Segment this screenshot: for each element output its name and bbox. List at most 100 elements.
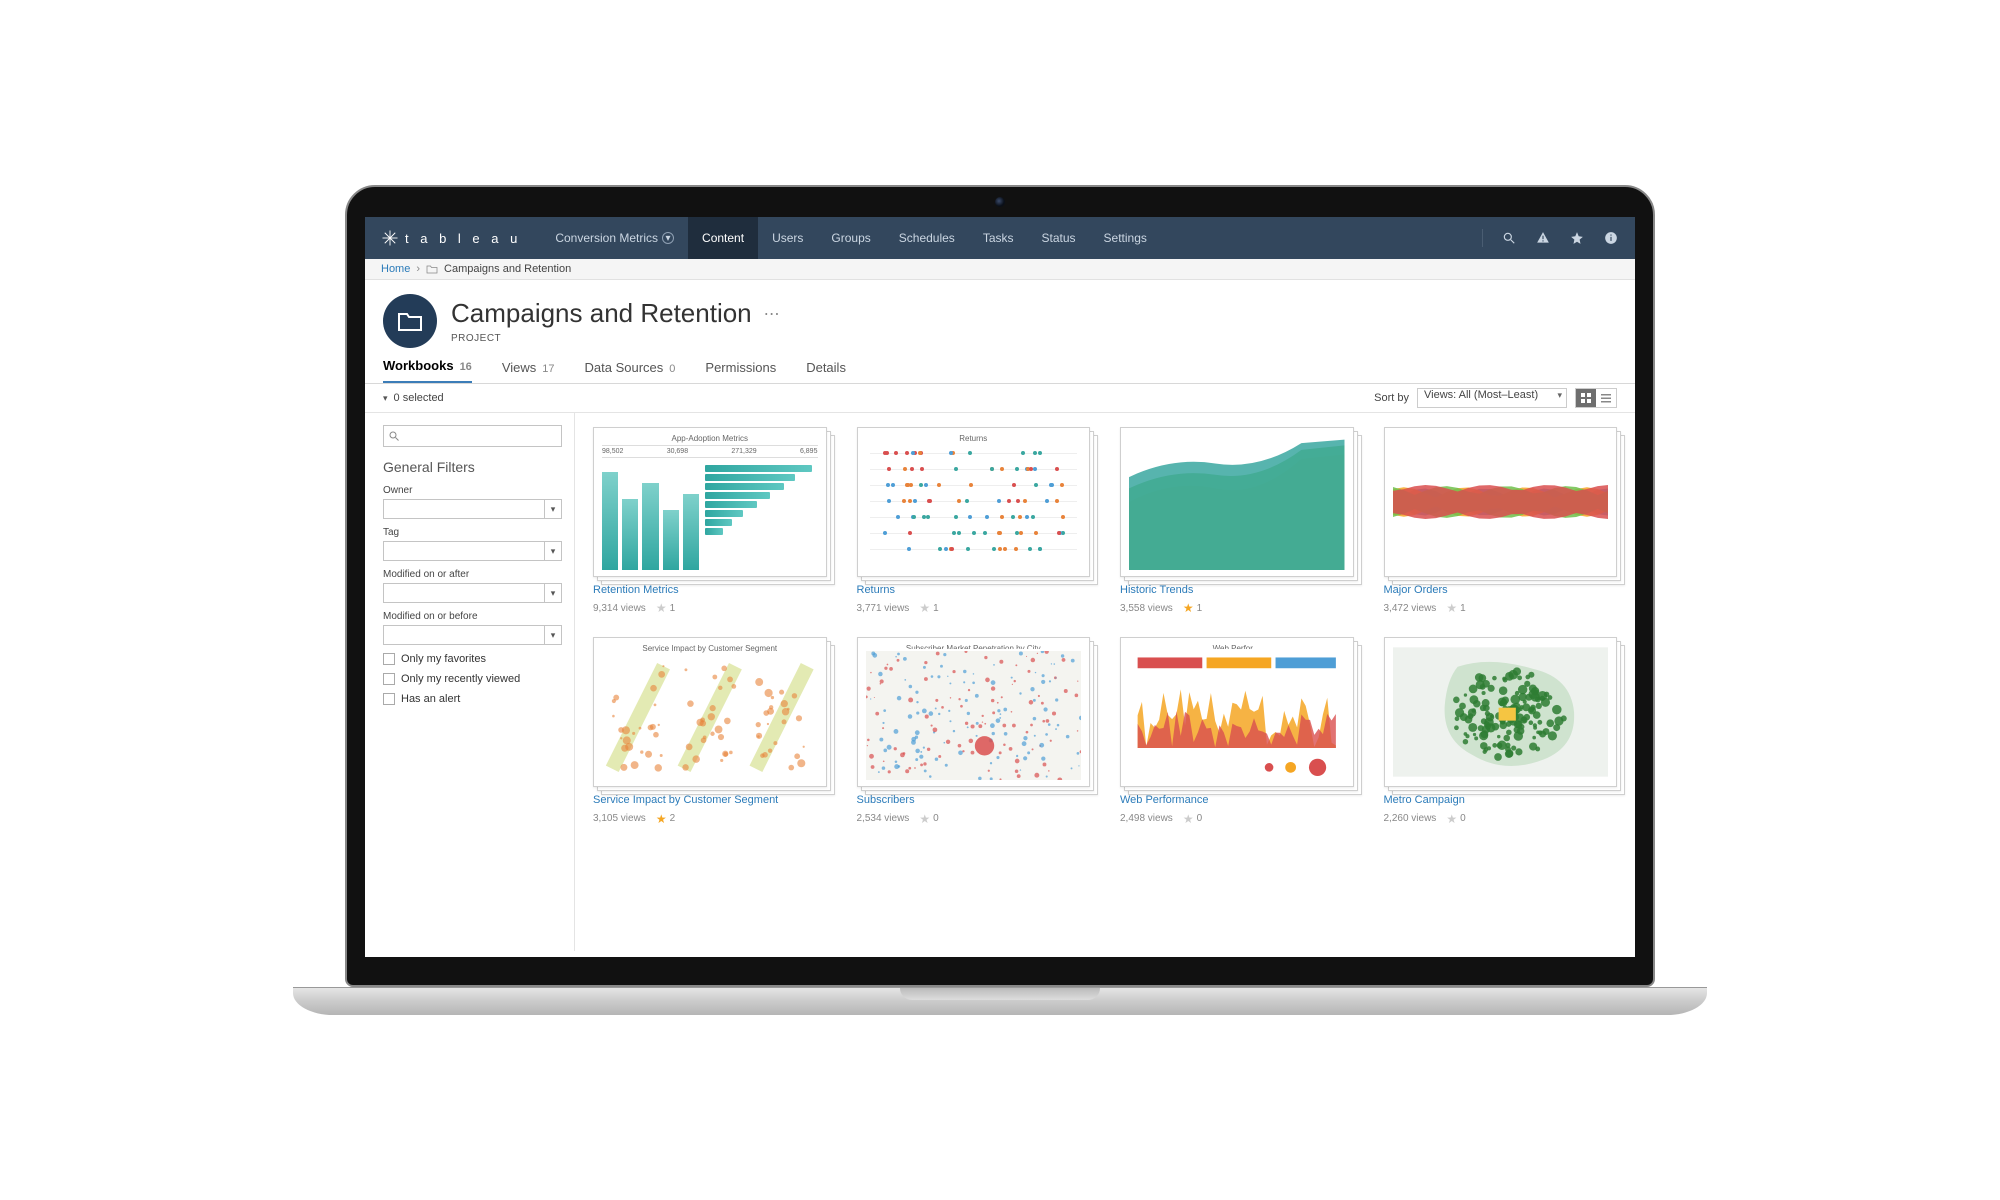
tableau-logo-icon — [381, 229, 399, 247]
view-toggle — [1575, 388, 1617, 408]
checkbox-icon[interactable] — [383, 673, 395, 685]
grid-view-button[interactable] — [1576, 389, 1596, 407]
nav-item-tasks[interactable]: Tasks — [969, 217, 1028, 259]
workbook-name-link[interactable]: Returns — [857, 583, 1091, 597]
search-icon — [388, 430, 400, 442]
modified-after-filter[interactable]: ▾ — [383, 583, 562, 603]
nav-item-users[interactable]: Users — [758, 217, 817, 259]
site-picker[interactable]: Conversion Metrics ▾ — [555, 231, 674, 245]
modified-before-input[interactable] — [383, 625, 544, 645]
star-icon[interactable]: ★ — [919, 601, 930, 615]
workbook-name-link[interactable]: Retention Metrics — [593, 583, 827, 597]
favorites-icon[interactable] — [1569, 230, 1585, 246]
selection-dropdown-icon[interactable]: ▾ — [383, 393, 388, 404]
workbook-thumbnail[interactable]: Subscriber Market Penetration by City — [857, 637, 1091, 787]
alert-icon[interactable] — [1535, 230, 1551, 246]
chevron-down-icon[interactable]: ▾ — [544, 625, 562, 645]
list-view-button[interactable] — [1596, 389, 1616, 407]
more-actions-button[interactable]: ⋯ — [764, 304, 780, 324]
webcam — [995, 197, 1005, 207]
workbook-thumbnail[interactable]: App-Adoption Metrics98,50230,698271,3296… — [593, 427, 827, 577]
favorite-count: 0 — [933, 813, 939, 824]
content-body: General Filters Owner ▾ Tag ▾ Modified o… — [365, 413, 1635, 951]
favorite-count: 1 — [1460, 603, 1466, 614]
workbook-meta: 2,534 views ★0 — [857, 812, 1091, 826]
workbook-views: 3,558 views — [1120, 603, 1173, 614]
tab-permissions[interactable]: Permissions — [705, 360, 776, 383]
star-icon[interactable]: ★ — [919, 812, 930, 826]
checkbox-icon[interactable] — [383, 653, 395, 665]
has-alert-row[interactable]: Has an alert — [383, 693, 562, 705]
breadcrumb: Home › Campaigns and Retention — [365, 259, 1635, 280]
nav-item-groups[interactable]: Groups — [817, 217, 884, 259]
modified-before-filter[interactable]: ▾ — [383, 625, 562, 645]
nav-item-status[interactable]: Status — [1028, 217, 1090, 259]
workbook-thumbnail[interactable] — [1384, 427, 1618, 577]
selection-count: 0 selected — [394, 392, 444, 404]
laptop-base — [293, 987, 1708, 1015]
workbook-thumbnail[interactable]: Returns — [857, 427, 1091, 577]
only-favorites-row[interactable]: Only my favorites — [383, 653, 562, 665]
workbook-meta: 9,314 views★1 — [593, 601, 827, 615]
nav-item-settings[interactable]: Settings — [1090, 217, 1161, 259]
only-favorites-label: Only my favorites — [401, 653, 486, 665]
brand-text: t a b l e a u — [405, 231, 521, 246]
star-icon[interactable]: ★ — [1446, 601, 1457, 615]
folder-icon — [426, 264, 438, 274]
only-recent-row[interactable]: Only my recently viewed — [383, 673, 562, 685]
chevron-down-icon: ▾ — [662, 232, 674, 244]
tag-filter[interactable]: ▾ — [383, 541, 562, 561]
chevron-down-icon[interactable]: ▾ — [544, 499, 562, 519]
workbook-name-link[interactable]: Historic Trends — [1120, 583, 1354, 597]
workbook-name-link[interactable]: Service Impact by Customer Segment — [593, 793, 827, 807]
workbook-thumbnail[interactable] — [1384, 637, 1618, 787]
modified-before-label: Modified on or before — [383, 611, 562, 622]
laptop-frame: t a b l e a u Conversion Metrics ▾ Conte… — [345, 185, 1655, 1015]
owner-filter[interactable]: ▾ — [383, 499, 562, 519]
workbook-views: 3,771 views — [857, 603, 910, 614]
workbook-name-link[interactable]: Metro Campaign — [1384, 793, 1618, 807]
chevron-down-icon[interactable]: ▾ — [544, 541, 562, 561]
nav-items: ContentUsersGroupsSchedulesTasksStatusSe… — [688, 217, 1161, 259]
sort-label: Sort by — [1374, 392, 1409, 404]
app-screen: t a b l e a u Conversion Metrics ▾ Conte… — [365, 217, 1635, 957]
checkbox-icon[interactable] — [383, 693, 395, 705]
star-icon[interactable]: ★ — [1183, 601, 1194, 615]
tab-views[interactable]: Views17 — [502, 360, 555, 383]
chevron-down-icon[interactable]: ▾ — [544, 583, 562, 603]
workbook-name-link[interactable]: Web Performance — [1120, 793, 1354, 807]
breadcrumb-current: Campaigns and Retention — [444, 263, 571, 275]
workbook-thumbnail[interactable] — [1120, 427, 1354, 577]
info-icon[interactable] — [1603, 230, 1619, 246]
nav-right — [1482, 229, 1619, 247]
favorite-count: 2 — [670, 813, 676, 824]
brand-logo[interactable]: t a b l e a u — [381, 229, 521, 247]
filter-search[interactable] — [383, 425, 562, 447]
nav-item-content[interactable]: Content — [688, 217, 758, 259]
workbook-views: 2,534 views — [857, 813, 910, 824]
workbook-name-link[interactable]: Subscribers — [857, 793, 1091, 807]
star-icon[interactable]: ★ — [656, 601, 667, 615]
workbook-name-link[interactable]: Major Orders — [1384, 583, 1618, 597]
top-nav: t a b l e a u Conversion Metrics ▾ Conte… — [365, 217, 1635, 259]
tab-details[interactable]: Details — [806, 360, 846, 383]
workbook-thumbnail[interactable]: Web Perfor… — [1120, 637, 1354, 787]
star-icon[interactable]: ★ — [1183, 812, 1194, 826]
sort-select[interactable]: Views: All (Most–Least) — [1417, 388, 1567, 408]
owner-input[interactable] — [383, 499, 544, 519]
selection-sort-bar: ▾ 0 selected Sort by Views: All (Most–Le… — [365, 384, 1635, 413]
tag-input[interactable] — [383, 541, 544, 561]
tab-data-sources[interactable]: Data Sources0 — [585, 360, 676, 383]
tab-workbooks[interactable]: Workbooks16 — [383, 358, 472, 383]
star-icon[interactable]: ★ — [656, 812, 667, 826]
star-icon[interactable]: ★ — [1446, 812, 1457, 826]
workbook-card: Service Impact by Customer Segment Servic… — [593, 637, 827, 825]
breadcrumb-home[interactable]: Home — [381, 263, 410, 275]
nav-separator — [1482, 229, 1483, 247]
workbook-card: ReturnsReturns3,771 views★1 — [857, 427, 1091, 615]
nav-item-schedules[interactable]: Schedules — [885, 217, 969, 259]
workbook-thumbnail[interactable]: Service Impact by Customer Segment — [593, 637, 827, 787]
search-icon[interactable] — [1501, 230, 1517, 246]
has-alert-label: Has an alert — [401, 693, 460, 705]
modified-after-input[interactable] — [383, 583, 544, 603]
